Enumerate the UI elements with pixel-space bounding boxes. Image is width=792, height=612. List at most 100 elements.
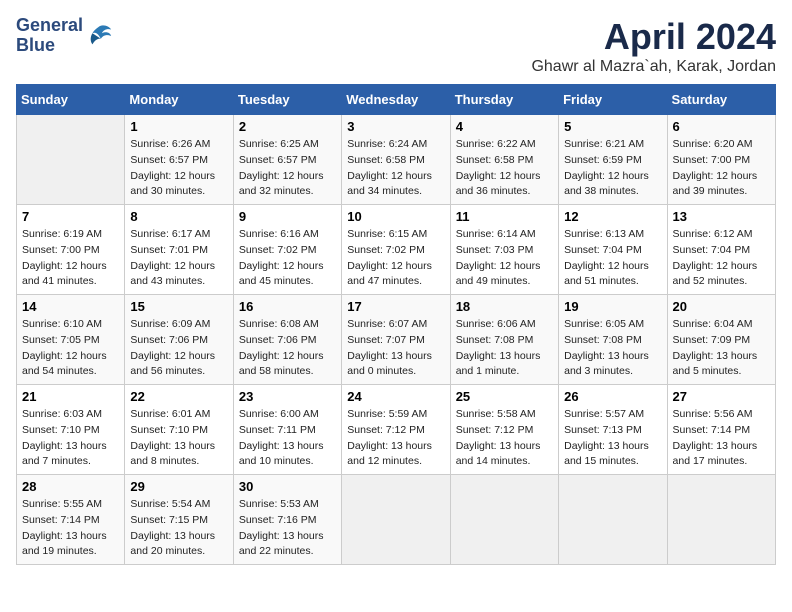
day-number: 10 bbox=[347, 209, 444, 224]
calendar-week-row: 1 Sunrise: 6:26 AMSunset: 6:57 PMDaylight… bbox=[17, 115, 776, 205]
calendar-cell: 24 Sunrise: 5:59 AMSunset: 7:12 PMDayligh… bbox=[342, 385, 450, 475]
day-number: 8 bbox=[130, 209, 227, 224]
day-info: Sunrise: 5:57 AMSunset: 7:13 PMDaylight:… bbox=[564, 407, 661, 470]
calendar-table: SundayMondayTuesdayWednesdayThursdayFrid… bbox=[16, 84, 776, 565]
calendar-cell: 8 Sunrise: 6:17 AMSunset: 7:01 PMDaylight… bbox=[125, 205, 233, 295]
calendar-cell: 28 Sunrise: 5:55 AMSunset: 7:14 PMDayligh… bbox=[17, 475, 125, 565]
day-number: 7 bbox=[22, 209, 119, 224]
weekday-header: Saturday bbox=[667, 85, 775, 115]
day-info: Sunrise: 6:10 AMSunset: 7:05 PMDaylight:… bbox=[22, 317, 119, 380]
logo-text: General Blue bbox=[16, 16, 83, 56]
day-info: Sunrise: 5:54 AMSunset: 7:15 PMDaylight:… bbox=[130, 497, 227, 560]
day-number: 14 bbox=[22, 299, 119, 314]
calendar-cell: 29 Sunrise: 5:54 AMSunset: 7:15 PMDayligh… bbox=[125, 475, 233, 565]
day-info: Sunrise: 6:26 AMSunset: 6:57 PMDaylight:… bbox=[130, 137, 227, 200]
calendar-cell: 3Sunrise: 6:24 AMSunset: 6:58 PMDaylight… bbox=[342, 115, 450, 205]
day-number: 30 bbox=[239, 479, 336, 494]
calendar-cell bbox=[450, 475, 558, 565]
day-number: 13 bbox=[673, 209, 770, 224]
day-number: 19 bbox=[564, 299, 661, 314]
calendar-week-row: 14 Sunrise: 6:10 AMSunset: 7:05 PMDayligh… bbox=[17, 295, 776, 385]
day-info: Sunrise: 6:03 AMSunset: 7:10 PMDaylight:… bbox=[22, 407, 119, 470]
calendar-cell: 14 Sunrise: 6:10 AMSunset: 7:05 PMDayligh… bbox=[17, 295, 125, 385]
day-info: Sunrise: 6:17 AMSunset: 7:01 PMDaylight:… bbox=[130, 227, 227, 290]
day-number: 24 bbox=[347, 389, 444, 404]
day-info: Sunrise: 6:08 AMSunset: 7:06 PMDaylight:… bbox=[239, 317, 336, 380]
calendar-cell: 1 Sunrise: 6:26 AMSunset: 6:57 PMDaylight… bbox=[125, 115, 233, 205]
day-number: 18 bbox=[456, 299, 553, 314]
page-header: General Blue April 2024 Ghawr al Mazra`a… bbox=[16, 16, 776, 76]
day-number: 9 bbox=[239, 209, 336, 224]
day-number: 28 bbox=[22, 479, 119, 494]
calendar-cell: 20Sunrise: 6:04 AMSunset: 7:09 PMDayligh… bbox=[667, 295, 775, 385]
day-info: Sunrise: 6:14 AMSunset: 7:03 PMDaylight:… bbox=[456, 227, 553, 290]
day-info: Sunrise: 5:59 AMSunset: 7:12 PMDaylight:… bbox=[347, 407, 444, 470]
calendar-cell: 18 Sunrise: 6:06 AMSunset: 7:08 PMDayligh… bbox=[450, 295, 558, 385]
day-info: Sunrise: 5:56 AMSunset: 7:14 PMDaylight:… bbox=[673, 407, 770, 470]
day-info: Sunrise: 6:21 AMSunset: 6:59 PMDaylight:… bbox=[564, 137, 661, 200]
calendar-cell: 6 Sunrise: 6:20 AMSunset: 7:00 PMDaylight… bbox=[667, 115, 775, 205]
calendar-cell bbox=[342, 475, 450, 565]
calendar-week-row: 7Sunrise: 6:19 AMSunset: 7:00 PMDaylight… bbox=[17, 205, 776, 295]
day-number: 26 bbox=[564, 389, 661, 404]
location: Ghawr al Mazra`ah, Karak, Jordan bbox=[531, 58, 776, 76]
day-info: Sunrise: 6:15 AMSunset: 7:02 PMDaylight:… bbox=[347, 227, 444, 290]
weekday-header: Sunday bbox=[17, 85, 125, 115]
day-info: Sunrise: 6:07 AMSunset: 7:07 PMDaylight:… bbox=[347, 317, 444, 380]
weekday-header: Friday bbox=[559, 85, 667, 115]
day-number: 15 bbox=[130, 299, 227, 314]
weekday-header: Thursday bbox=[450, 85, 558, 115]
day-number: 2 bbox=[239, 119, 336, 134]
weekday-header: Wednesday bbox=[342, 85, 450, 115]
day-info: Sunrise: 6:04 AMSunset: 7:09 PMDaylight:… bbox=[673, 317, 770, 380]
calendar-cell: 27Sunrise: 5:56 AMSunset: 7:14 PMDayligh… bbox=[667, 385, 775, 475]
day-info: Sunrise: 6:05 AMSunset: 7:08 PMDaylight:… bbox=[564, 317, 661, 380]
month-title: April 2024 bbox=[531, 16, 776, 58]
day-number: 22 bbox=[130, 389, 227, 404]
day-info: Sunrise: 6:01 AMSunset: 7:10 PMDaylight:… bbox=[130, 407, 227, 470]
calendar-cell bbox=[559, 475, 667, 565]
calendar-cell: 19 Sunrise: 6:05 AMSunset: 7:08 PMDayligh… bbox=[559, 295, 667, 385]
day-info: Sunrise: 6:06 AMSunset: 7:08 PMDaylight:… bbox=[456, 317, 553, 380]
calendar-cell: 7Sunrise: 6:19 AMSunset: 7:00 PMDaylight… bbox=[17, 205, 125, 295]
calendar-cell: 9 Sunrise: 6:16 AMSunset: 7:02 PMDaylight… bbox=[233, 205, 341, 295]
day-number: 3 bbox=[347, 119, 444, 134]
calendar-cell: 4 Sunrise: 6:22 AMSunset: 6:58 PMDaylight… bbox=[450, 115, 558, 205]
day-info: Sunrise: 6:09 AMSunset: 7:06 PMDaylight:… bbox=[130, 317, 227, 380]
day-number: 12 bbox=[564, 209, 661, 224]
day-number: 6 bbox=[673, 119, 770, 134]
day-number: 17 bbox=[347, 299, 444, 314]
day-number: 1 bbox=[130, 119, 227, 134]
weekday-header: Tuesday bbox=[233, 85, 341, 115]
day-info: Sunrise: 5:58 AMSunset: 7:12 PMDaylight:… bbox=[456, 407, 553, 470]
weekday-header: Monday bbox=[125, 85, 233, 115]
day-info: Sunrise: 6:22 AMSunset: 6:58 PMDaylight:… bbox=[456, 137, 553, 200]
day-number: 29 bbox=[130, 479, 227, 494]
calendar-cell: 10 Sunrise: 6:15 AMSunset: 7:02 PMDayligh… bbox=[342, 205, 450, 295]
calendar-cell: 25 Sunrise: 5:58 AMSunset: 7:12 PMDayligh… bbox=[450, 385, 558, 475]
title-section: April 2024 Ghawr al Mazra`ah, Karak, Jor… bbox=[531, 16, 776, 76]
calendar-cell: 15 Sunrise: 6:09 AMSunset: 7:06 PMDayligh… bbox=[125, 295, 233, 385]
calendar-cell: 17 Sunrise: 6:07 AMSunset: 7:07 PMDayligh… bbox=[342, 295, 450, 385]
day-number: 23 bbox=[239, 389, 336, 404]
logo: General Blue bbox=[16, 16, 113, 56]
day-info: Sunrise: 6:00 AMSunset: 7:11 PMDaylight:… bbox=[239, 407, 336, 470]
calendar-week-row: 28 Sunrise: 5:55 AMSunset: 7:14 PMDayligh… bbox=[17, 475, 776, 565]
day-number: 16 bbox=[239, 299, 336, 314]
calendar-week-row: 21Sunrise: 6:03 AMSunset: 7:10 PMDayligh… bbox=[17, 385, 776, 475]
calendar-cell: 12 Sunrise: 6:13 AMSunset: 7:04 PMDayligh… bbox=[559, 205, 667, 295]
day-info: Sunrise: 5:55 AMSunset: 7:14 PMDaylight:… bbox=[22, 497, 119, 560]
calendar-cell: 22 Sunrise: 6:01 AMSunset: 7:10 PMDayligh… bbox=[125, 385, 233, 475]
day-info: Sunrise: 6:12 AMSunset: 7:04 PMDaylight:… bbox=[673, 227, 770, 290]
calendar-cell bbox=[17, 115, 125, 205]
day-number: 4 bbox=[456, 119, 553, 134]
calendar-cell: 2 Sunrise: 6:25 AMSunset: 6:57 PMDaylight… bbox=[233, 115, 341, 205]
day-number: 25 bbox=[456, 389, 553, 404]
day-info: Sunrise: 6:25 AMSunset: 6:57 PMDaylight:… bbox=[239, 137, 336, 200]
day-info: Sunrise: 6:20 AMSunset: 7:00 PMDaylight:… bbox=[673, 137, 770, 200]
calendar-cell: 11Sunrise: 6:14 AMSunset: 7:03 PMDayligh… bbox=[450, 205, 558, 295]
day-info: Sunrise: 6:16 AMSunset: 7:02 PMDaylight:… bbox=[239, 227, 336, 290]
day-info: Sunrise: 6:13 AMSunset: 7:04 PMDaylight:… bbox=[564, 227, 661, 290]
day-number: 5 bbox=[564, 119, 661, 134]
calendar-cell: 13 Sunrise: 6:12 AMSunset: 7:04 PMDayligh… bbox=[667, 205, 775, 295]
